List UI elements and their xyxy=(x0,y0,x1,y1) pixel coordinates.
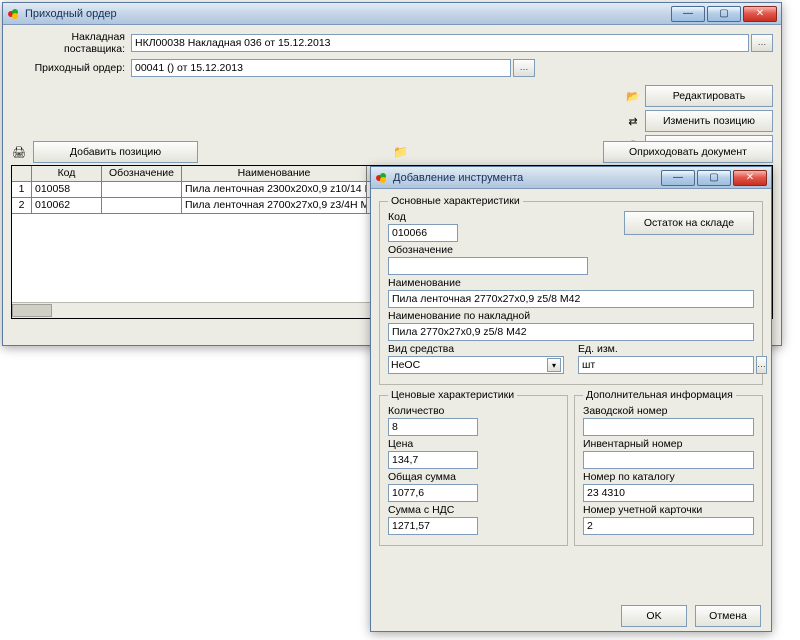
th-code[interactable]: Код xyxy=(32,166,102,182)
input-ed[interactable]: шт xyxy=(578,356,754,374)
cell: Пила ленточная 2700x27x0,9 z3/4H M51 xyxy=(182,198,367,214)
input-price[interactable]: 134,7 xyxy=(388,451,478,469)
dialog-maximize-button[interactable]: ▢ xyxy=(697,170,731,186)
section-extra-legend: Дополнительная информация xyxy=(583,389,736,401)
ok-button[interactable]: OK xyxy=(621,605,687,627)
input-sum[interactable]: 1077,6 xyxy=(388,484,478,502)
cell: 1 xyxy=(12,182,32,198)
dialog-close-button[interactable]: ✕ xyxy=(733,170,767,186)
section-price-legend: Ценовые характеристики xyxy=(388,389,517,401)
input-inv[interactable] xyxy=(583,451,754,469)
dialog-window: Добавление инструмента ― ▢ ✕ Основные ха… xyxy=(370,166,772,632)
change-pos-button[interactable]: Изменить позицию xyxy=(645,110,773,132)
input-code[interactable]: 010066 xyxy=(388,224,458,242)
th-idx[interactable] xyxy=(12,166,32,182)
minimize-button[interactable]: ― xyxy=(671,6,705,22)
cell: 010058 xyxy=(32,182,102,198)
lbl-qty: Количество xyxy=(388,405,559,417)
lbl-price: Цена xyxy=(388,438,559,450)
lbl-card: Номер учетной карточки xyxy=(583,504,754,516)
chevron-down-icon: ▾ xyxy=(547,358,561,372)
supplier-input[interactable]: НКЛ00038 Накладная 036 от 15.12.2013 xyxy=(131,34,749,52)
select-vid[interactable]: НеОС ▾ xyxy=(388,356,564,374)
ed-picker[interactable]: … xyxy=(756,356,767,374)
supplier-picker[interactable]: … xyxy=(751,34,773,52)
section-extra: Дополнительная информация Заводской номе… xyxy=(574,389,763,546)
cell: Пила ленточная 2300x20x0,9 z10/14 M42 xyxy=(182,182,367,198)
input-qty[interactable]: 8 xyxy=(388,418,478,436)
dialog-minimize-button[interactable]: ― xyxy=(661,170,695,186)
cell xyxy=(102,198,182,214)
edit-button[interactable]: Редактировать xyxy=(645,85,773,107)
lbl-name: Наименование xyxy=(388,277,754,289)
input-name[interactable]: Пила ленточная 2770x27x0,9 z5/8 M42 xyxy=(388,290,754,308)
input-card[interactable]: 2 xyxy=(583,517,754,535)
section-main: Основные характеристики Код 010066 Остат… xyxy=(379,195,763,385)
open-icon[interactable]: 📁 xyxy=(393,144,409,160)
input-namedoc[interactable]: Пила 2770x27x0,9 z5/8 M42 xyxy=(388,323,754,341)
cancel-button[interactable]: Отмена xyxy=(695,605,761,627)
lbl-vid: Вид средства xyxy=(388,343,564,355)
lbl-namedoc: Наименование по накладной xyxy=(388,310,754,322)
lbl-factory: Заводской номер xyxy=(583,405,754,417)
app-icon xyxy=(7,7,21,21)
lbl-desig: Обозначение xyxy=(388,244,754,256)
section-price: Ценовые характеристики Количество8 Цена1… xyxy=(379,389,568,546)
lbl-ed: Ед. изм. xyxy=(578,343,754,355)
input-vat[interactable]: 1271,57 xyxy=(388,517,478,535)
add-pos-button[interactable]: Добавить позицию xyxy=(33,141,198,163)
post-doc-button[interactable]: Оприходовать документ xyxy=(603,141,773,163)
edit-icon: 📂 xyxy=(625,88,641,104)
cell xyxy=(102,182,182,198)
input-catalog[interactable]: 23 4310 xyxy=(583,484,754,502)
app-icon xyxy=(375,171,389,185)
section-main-legend: Основные характеристики xyxy=(388,195,523,207)
main-title: Приходный ордер xyxy=(25,8,671,20)
th-name[interactable]: Наименование xyxy=(182,166,367,182)
order-input[interactable]: 00041 () от 15.12.2013 xyxy=(131,59,511,77)
main-titlebar[interactable]: Приходный ордер ― ▢ ✕ xyxy=(3,3,781,25)
input-desig[interactable] xyxy=(388,257,588,275)
stock-button[interactable]: Остаток на складе xyxy=(624,211,754,235)
th-desig[interactable]: Обозначение xyxy=(102,166,182,182)
lbl-sum: Общая сумма xyxy=(388,471,559,483)
lbl-inv: Инвентарный номер xyxy=(583,438,754,450)
cell: 010062 xyxy=(32,198,102,214)
order-label: Приходный ордер: xyxy=(11,62,131,74)
input-factory[interactable] xyxy=(583,418,754,436)
dialog-titlebar[interactable]: Добавление инструмента ― ▢ ✕ xyxy=(371,167,771,189)
close-button[interactable]: ✕ xyxy=(743,6,777,22)
lbl-vat: Сумма с НДС xyxy=(388,504,559,516)
supplier-label: Накладная поставщика: xyxy=(11,31,131,55)
print-icon[interactable]: 🖨 xyxy=(11,144,27,160)
lbl-catalog: Номер по каталогу xyxy=(583,471,754,483)
change-pos-icon: ⇄ xyxy=(625,113,641,129)
cell: 2 xyxy=(12,198,32,214)
lbl-code: Код xyxy=(388,211,614,223)
dialog-title: Добавление инструмента xyxy=(393,172,661,184)
order-picker[interactable]: … xyxy=(513,59,535,77)
maximize-button[interactable]: ▢ xyxy=(707,6,741,22)
